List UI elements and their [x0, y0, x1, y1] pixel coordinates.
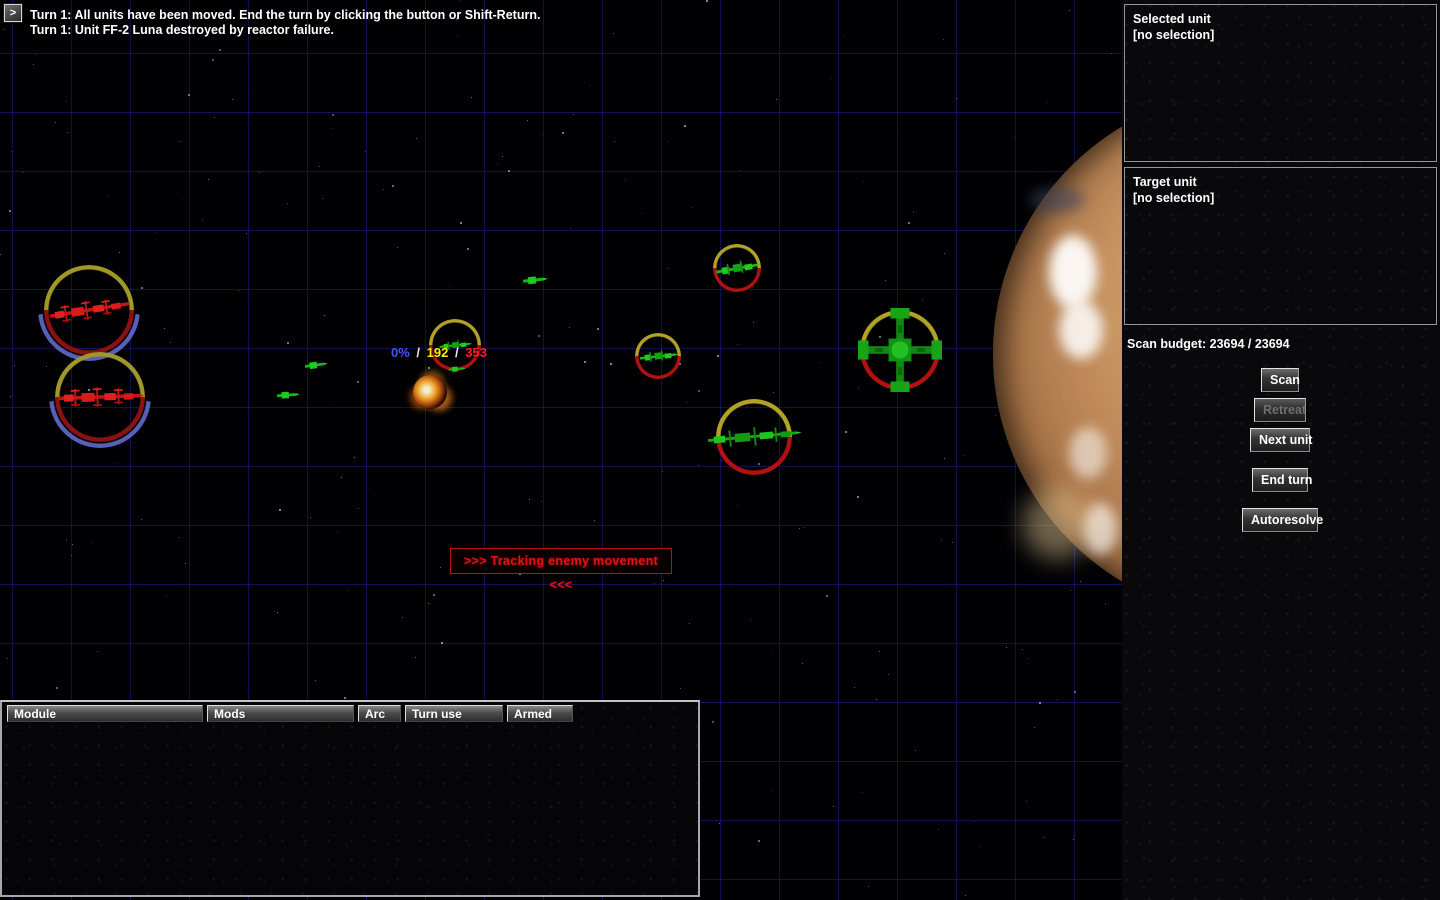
log-line: Turn 1: All units have been moved. End t… [30, 8, 830, 23]
next-unit-button[interactable]: Next unit [1250, 428, 1310, 452]
column-header-arc[interactable]: Arc [358, 705, 401, 722]
cloud [1059, 301, 1103, 359]
autoresolve-button[interactable]: Autoresolve [1242, 508, 1318, 532]
hull-max: 353 [465, 345, 487, 360]
hull-current: 192 [427, 345, 449, 360]
target-unit-body: [no selection] [1133, 190, 1428, 206]
unit-stats-readout: 0% / 192 / 353 [391, 345, 487, 360]
column-header-mods[interactable]: Mods [207, 705, 354, 722]
battle-map[interactable]: 0% / 192 / 353 >>> Tracking enemy moveme… [0, 0, 1122, 900]
log-line: Turn 1: Unit FF-2 Luna destroyed by reac… [30, 23, 830, 38]
game-window: 0% / 192 / 353 >>> Tracking enemy moveme… [0, 0, 1440, 900]
cloud [1069, 427, 1107, 479]
explosion-effect [413, 375, 447, 409]
scan-budget-label: Scan budget: 23694 / 23694 [1127, 337, 1290, 351]
ship-sprite [276, 389, 301, 402]
module-table: Module Mods Arc Turn use Armed [0, 700, 700, 897]
selected-unit-panel: Selected unit [no selection] [1124, 4, 1437, 162]
selected-unit-body: [no selection] [1133, 27, 1428, 43]
target-unit-panel: Target unit [no selection] [1124, 167, 1437, 325]
shield-percent: 0% [391, 345, 410, 360]
column-header-module[interactable]: Module [7, 705, 203, 722]
log-expand-button[interactable]: > [4, 4, 22, 22]
end-turn-button[interactable]: End turn [1252, 468, 1308, 492]
ship-sprite [858, 308, 942, 392]
separator: / [413, 345, 423, 360]
surface-highlight [1023, 489, 1093, 559]
column-header-turnuse[interactable]: Turn use [405, 705, 503, 722]
separator: / [452, 345, 462, 360]
target-unit-title: Target unit [1133, 174, 1428, 190]
cloud-shadow [1029, 187, 1085, 213]
retreat-button[interactable]: Retreat [1254, 398, 1306, 422]
selected-unit-title: Selected unit [1133, 11, 1428, 27]
ship-sprite [448, 364, 467, 374]
cloud [1049, 235, 1097, 309]
sidebar: Selected unit [no selection] Target unit… [1122, 0, 1440, 900]
column-header-armed[interactable]: Armed [507, 705, 573, 722]
starfield-bright [0, 0, 2, 2]
scan-button[interactable]: Scan [1261, 368, 1299, 392]
tracking-banner: >>> Tracking enemy movement <<< [450, 548, 672, 574]
ship-sprite [56, 382, 145, 411]
